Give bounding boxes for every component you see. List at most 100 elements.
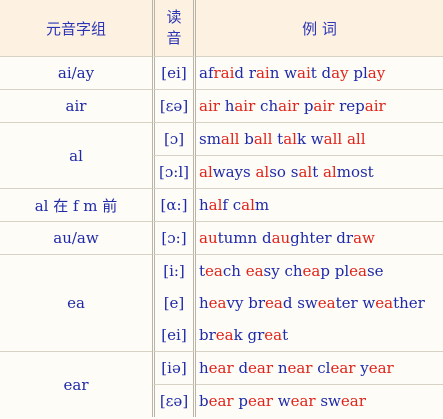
word-text: rep (334, 97, 365, 115)
highlighted-letters: ea (208, 294, 227, 312)
header-examples: 例 词 (196, 0, 443, 56)
table-header: 元音字组 读音 例 词 (0, 0, 443, 56)
vowel-group-cell: ear (0, 351, 152, 417)
header-pronunciation: 读音 (152, 0, 196, 56)
table-row: al [ɔ] small ball talk wall all (0, 122, 443, 165)
example-words: autumn daughter draw (196, 221, 443, 254)
word-text: b (239, 130, 254, 148)
word-text: ther (393, 294, 425, 312)
highlighted-letters: au (199, 229, 218, 247)
word-text: p (233, 392, 248, 410)
highlighted-letters: air (364, 97, 386, 115)
table-row: air [εə] air hair chair pair repair (0, 89, 443, 122)
example-words: half calm (196, 188, 443, 221)
highlighted-letters: ear (340, 392, 366, 410)
example-words: small ball talk wall all (196, 122, 443, 155)
word-text: ch (222, 262, 246, 280)
highlighted-letters: aw (353, 229, 375, 247)
word-text: n w (269, 64, 297, 82)
highlighted-letters: ea (302, 262, 321, 280)
phonetic-cell: [εə] (152, 384, 196, 417)
word-text: k gr (233, 326, 265, 344)
highlighted-letters: ear (247, 392, 273, 410)
table-row: ai/ay [ei] afraid rain wait day play (0, 56, 443, 89)
word-text: y (355, 359, 369, 377)
highlighted-letters: ear (290, 392, 316, 410)
highlighted-letters: ear (248, 359, 274, 377)
word-text: m (254, 196, 270, 214)
highlighted-letters: all (253, 130, 273, 148)
vowel-group-cell: air (0, 89, 152, 122)
word-text: w (272, 392, 291, 410)
highlighted-letters: al (241, 196, 255, 214)
highlighted-letters: ear (208, 359, 234, 377)
example-words: afraid rain wait day play (196, 56, 443, 89)
phonetic-cell: [ɔ:] (152, 221, 196, 254)
highlighted-letters: ea (349, 262, 367, 280)
highlighted-letters: all (323, 130, 343, 148)
phonetic-cell: [ɔ:l] (152, 155, 196, 188)
word-text: se (366, 262, 384, 280)
example-words: always also salt almost (196, 155, 443, 188)
highlighted-letters: ear (368, 359, 394, 377)
word-text: br (199, 326, 216, 344)
highlighted-letters: al (283, 130, 297, 148)
highlighted-letters: ea (215, 326, 234, 344)
highlighted-letters: all (346, 130, 366, 148)
example-words: bear pear wear swear (196, 384, 443, 417)
vowel-group-cell: ai/ay (0, 56, 152, 89)
header-pron-bottom: 音 (166, 29, 182, 47)
word-text: d (233, 359, 249, 377)
highlighted-letters: air (234, 97, 256, 115)
word-text: ghter dr (290, 229, 354, 247)
word-text: b (199, 392, 209, 410)
highlighted-letters: ea (264, 326, 283, 344)
highlighted-letters: al (208, 196, 223, 214)
highlighted-letters: ea (245, 262, 264, 280)
word-text: h (219, 97, 235, 115)
highlighted-letters: ay (331, 64, 349, 82)
word-text: t d (310, 64, 332, 82)
word-text: t (312, 163, 323, 181)
word-text: pl (348, 64, 368, 82)
example-words: break great (196, 319, 443, 351)
vowel-group-cell: au/aw (0, 221, 152, 254)
word-text: sm (199, 130, 221, 148)
highlighted-letters: al (322, 163, 337, 181)
word-text: h (199, 359, 209, 377)
word-text: af (199, 64, 214, 82)
highlighted-letters: ear (287, 359, 313, 377)
table-row: al 在 f m 前 [α:] half calm (0, 188, 443, 221)
highlighted-letters: au (271, 229, 291, 247)
phonetic-cell: [e] (152, 287, 196, 319)
highlighted-letters: ai (255, 64, 270, 82)
table-row: ear [iə] hear dear near clear year (0, 351, 443, 394)
phonetic-cell: [iə] (152, 351, 196, 384)
highlighted-letters: ear (330, 359, 356, 377)
word-text: h (199, 294, 209, 312)
word-text: p pl (320, 262, 350, 280)
word-text: f c (222, 196, 242, 214)
word-text: p (299, 97, 314, 115)
example-words: heavy bread sweater weather (196, 287, 443, 319)
highlighted-letters: air (199, 97, 220, 115)
table-row: au/aw [ɔ:] autumn daughter draw (0, 221, 443, 254)
word-text: cl (312, 359, 331, 377)
highlighted-letters: rai (213, 64, 235, 82)
highlighted-letters: al (298, 163, 313, 181)
example-words: teach easy cheap please (196, 254, 443, 287)
example-words: hear dear near clear year (196, 351, 443, 384)
table-row: ea [i:] teach easy cheap please (0, 254, 443, 312)
word-text: t (282, 326, 289, 344)
word-text: sy ch (263, 262, 303, 280)
word-text: d r (234, 64, 256, 82)
highlighted-letters: ay (367, 64, 386, 82)
phonetic-cell: [ɔ] (152, 122, 196, 155)
phonetic-cell: [i:] (152, 254, 196, 287)
word-text: tumn d (217, 229, 272, 247)
word-text: ch (255, 97, 279, 115)
header-vowel-group: 元音字组 (0, 0, 152, 56)
vowel-group-cell: al 在 f m 前 (0, 188, 152, 221)
vowel-group-cell: ea (0, 254, 152, 351)
phonetic-cell: [ei] (152, 56, 196, 89)
